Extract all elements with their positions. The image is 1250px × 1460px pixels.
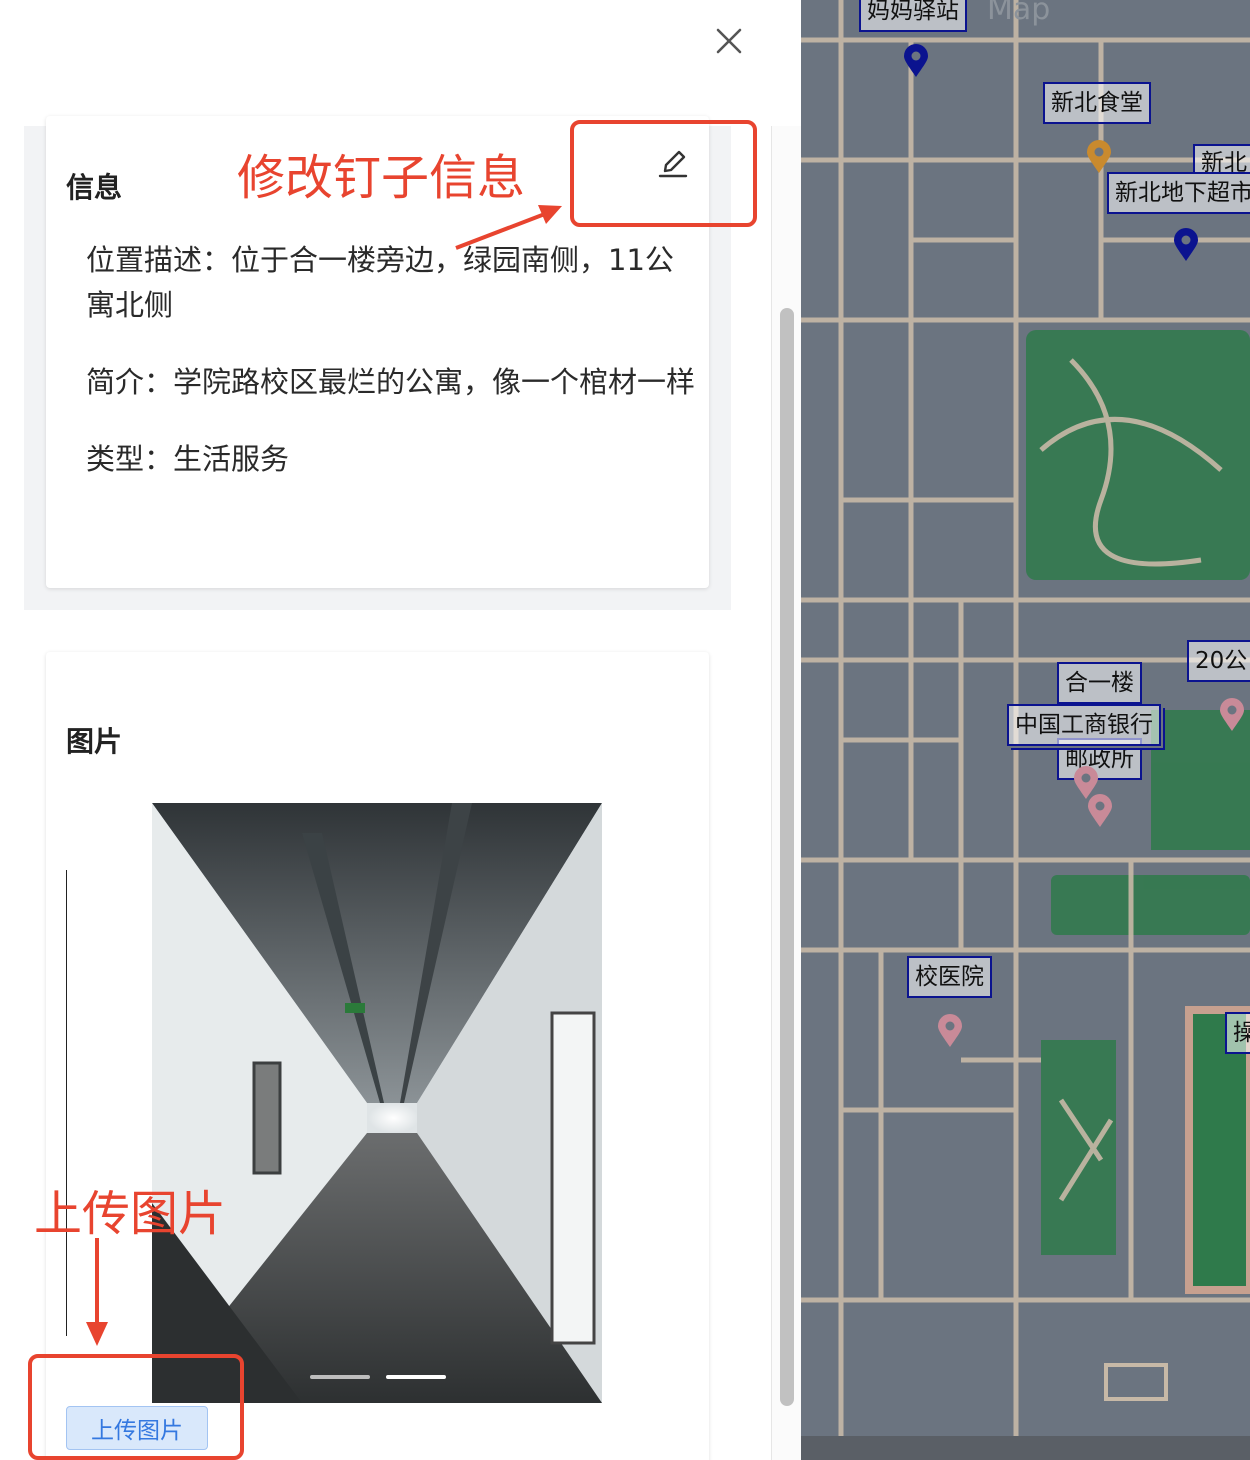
map-pin-icon[interactable] [1173, 228, 1199, 262]
close-icon[interactable] [710, 22, 748, 60]
location-description: 位置描述：位于合一楼旁边，绿园南侧，11公寓北侧 [86, 243, 674, 322]
info-lines: 位置描述：位于合一楼旁边，绿园南侧，11公寓北侧 简介：学院路校区最烂的公寓，像… [86, 238, 696, 514]
map-pin-icon[interactable] [1219, 698, 1245, 732]
map-bottom-bar [801, 1436, 1250, 1460]
edit-annotation-box [570, 120, 757, 227]
edit-annotation-text: 修改钉子信息 [237, 150, 526, 206]
map-pin-icon[interactable] [937, 1014, 963, 1048]
upload-annotation-box [28, 1354, 244, 1460]
pin-type: 类型：生活服务 [86, 442, 290, 476]
carousel-divider [66, 870, 67, 1336]
poi-label[interactable]: 合一楼 [1057, 662, 1142, 704]
carousel-dot-active[interactable] [386, 1375, 446, 1379]
campus-map[interactable]: Map 妈妈驿站 新北食堂 新北 新北地下超市 20公 合一楼 邮政所 中国工商… [801, 0, 1250, 1460]
poi-label[interactable]: 妈妈驿站 [859, 0, 967, 32]
edit-annotation-arrow [455, 205, 562, 250]
poi-label[interactable]: 操 [1225, 1012, 1250, 1054]
map-pin-icon[interactable] [1087, 794, 1113, 828]
info-title: 信息 [66, 171, 123, 204]
introduction: 简介：学院路校区最烂的公寓，像一个棺材一样 [86, 365, 696, 399]
poi-label[interactable]: 新北地下超市 [1107, 172, 1250, 214]
upload-annotation-text: 上传图片 [34, 1186, 227, 1242]
poi-label[interactable]: 中国工商银行 [1007, 704, 1161, 746]
drawer-body: 信息 位置描述：位于合一楼旁边，绿园南侧，11公寓北侧 简介：学院路校区最烂的公… [24, 116, 771, 1460]
map-watermark: Map [987, 0, 1051, 27]
photo-title: 图片 [66, 725, 123, 758]
upload-annotation-arrow [86, 1238, 108, 1346]
carousel-dot[interactable] [310, 1375, 370, 1379]
poi-label[interactable]: 新北 [1193, 144, 1250, 176]
poi-label[interactable]: 校医院 [907, 956, 992, 998]
map-pin-icon[interactable] [1086, 140, 1112, 174]
poi-label[interactable]: 20公 [1187, 640, 1250, 682]
map-pin-icon[interactable] [903, 44, 929, 78]
corridor-photo[interactable] [152, 803, 602, 1403]
detail-drawer: 信息 位置描述：位于合一楼旁边，绿园南侧，11公寓北侧 简介：学院路校区最烂的公… [0, 0, 801, 1460]
scrollbar-track[interactable] [771, 126, 801, 1460]
scrollbar-thumb[interactable] [780, 308, 794, 1406]
photo-card: 图片 上传图片 [46, 652, 709, 1460]
poi-label[interactable]: 新北食堂 [1043, 82, 1151, 124]
